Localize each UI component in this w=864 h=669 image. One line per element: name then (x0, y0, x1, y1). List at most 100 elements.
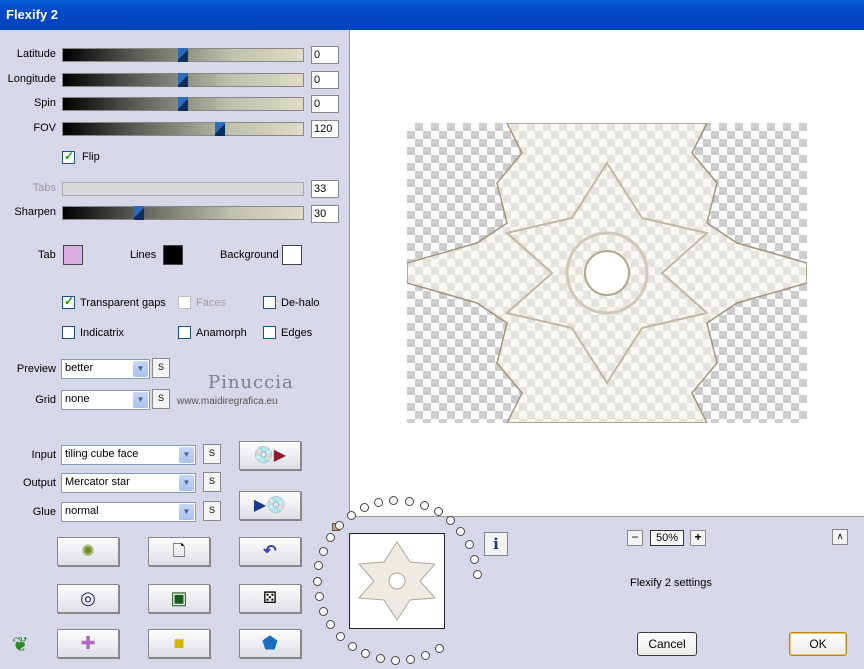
grid-label: Grid (35, 394, 56, 406)
sharpen-slider[interactable] (62, 206, 304, 220)
dial-dot[interactable] (314, 561, 324, 571)
glue-select[interactable]: normal ▼ (61, 502, 196, 522)
dial-dot[interactable] (319, 606, 329, 616)
edges-label: Edges (281, 327, 313, 339)
zoom-out-button[interactable]: − (627, 530, 643, 546)
preview-image (406, 122, 808, 424)
undo-button[interactable]: ↶ (239, 537, 301, 566)
sharpen-field[interactable]: 30 (311, 205, 339, 223)
tab-color-label: Tab (38, 249, 56, 261)
dial-dot[interactable] (334, 520, 344, 530)
background-color-swatch[interactable] (282, 245, 302, 265)
load-input-button[interactable]: 💿▶ (239, 441, 301, 470)
dial-dot[interactable] (375, 654, 385, 664)
flip-checkbox[interactable]: ✓ (62, 149, 75, 164)
indicatrix-checkbox[interactable] (62, 326, 75, 339)
longitude-thumb[interactable] (178, 73, 188, 87)
dial-dot[interactable] (464, 540, 474, 550)
dial-dot[interactable] (318, 546, 328, 556)
transparent-gaps-checkbox[interactable]: ✓ (62, 294, 75, 309)
edges-checkbox[interactable] (263, 326, 276, 339)
random-button[interactable]: ✺ (57, 537, 119, 566)
info-button[interactable]: i (484, 532, 508, 556)
spin-thumb[interactable] (178, 97, 188, 111)
dice-button[interactable]: ⚄ (239, 584, 301, 613)
dial-dot[interactable] (404, 496, 414, 506)
save-output-button[interactable]: ▶💿 (239, 491, 301, 520)
new-document-button[interactable]: 🗋 (148, 537, 210, 566)
dial-dot[interactable] (313, 576, 322, 586)
input-select[interactable]: tiling cube face ▼ (61, 445, 196, 465)
undo-icon: ↶ (263, 543, 277, 560)
collapse-button[interactable]: ∧ (832, 529, 848, 545)
tabs-field[interactable]: 33 (311, 180, 339, 198)
cross-button[interactable]: ✚ (57, 629, 119, 658)
sharpen-label: Sharpen (14, 206, 56, 218)
input-s-button[interactable]: S (203, 444, 221, 464)
ok-button[interactable]: OK (789, 632, 847, 656)
watermark-name: Pinuccia (208, 372, 294, 393)
de-halo-checkbox[interactable] (263, 296, 276, 309)
check-icon: ✓ (64, 294, 75, 308)
square-button[interactable]: ▣ (148, 584, 210, 613)
anamorph-checkbox[interactable] (178, 326, 191, 339)
dial-dot[interactable] (472, 569, 482, 579)
dial-dot[interactable] (361, 649, 371, 659)
dial-dot[interactable] (421, 650, 431, 660)
latitude-thumb[interactable] (178, 48, 188, 62)
latitude-slider[interactable] (62, 48, 304, 62)
spin-field[interactable]: 0 (311, 95, 339, 113)
preview-s-button[interactable]: S (152, 358, 170, 378)
fov-field[interactable]: 120 (311, 120, 339, 138)
star-image (406, 122, 808, 424)
cancel-button[interactable]: Cancel (637, 632, 697, 656)
input-label: Input (31, 449, 56, 461)
tabs-slider (62, 182, 304, 196)
settings-caption: Flexify 2 settings (630, 577, 712, 589)
latitude-field[interactable]: 0 (311, 46, 339, 64)
dial-dot[interactable] (433, 507, 443, 517)
dial-dot[interactable] (434, 644, 444, 654)
dial-dot[interactable] (335, 632, 345, 642)
dial-dot[interactable] (390, 655, 400, 665)
dial-dot[interactable] (470, 554, 480, 564)
dial-dot[interactable] (359, 503, 369, 513)
indicatrix-label: Indicatrix (80, 327, 125, 339)
tab-color-swatch[interactable] (63, 245, 83, 265)
tabs-label: Tabs (32, 182, 56, 194)
longitude-field[interactable]: 0 (311, 71, 339, 89)
compass-icon: ✺ (81, 543, 95, 560)
pentagon-button[interactable]: ⬟ (239, 629, 301, 658)
navigator-thumbnail[interactable] (349, 533, 445, 629)
cube-button[interactable]: ■ (148, 629, 210, 658)
dial-dot[interactable] (314, 591, 324, 601)
flip-label: Flip (82, 151, 100, 163)
output-s-button[interactable]: S (203, 472, 221, 492)
zoom-in-button[interactable]: + (690, 530, 706, 546)
plugin-logo-icon: ❦ (12, 634, 29, 656)
lines-color-swatch[interactable] (163, 245, 183, 265)
dial-dot[interactable] (456, 527, 466, 537)
pentagon-icon: ⬟ (262, 633, 278, 653)
faces-label: Faces (196, 297, 226, 309)
grid-select[interactable]: none ▼ (61, 390, 150, 410)
dial-dot[interactable] (445, 516, 455, 526)
dial-dot[interactable] (346, 510, 356, 520)
spin-slider[interactable] (62, 97, 304, 111)
grid-s-button[interactable]: S (152, 389, 170, 409)
dial-dot[interactable] (326, 620, 336, 630)
preview-quality-select[interactable]: better ▼ (61, 359, 150, 379)
sphere-button[interactable]: ◎ (57, 584, 119, 613)
dial-dot[interactable] (406, 654, 416, 664)
longitude-slider[interactable] (62, 73, 304, 87)
sharpen-thumb[interactable] (134, 206, 145, 220)
fov-slider[interactable] (62, 122, 304, 136)
dial-dot[interactable] (325, 533, 335, 543)
output-select[interactable]: Mercator star ▼ (61, 473, 196, 493)
glue-s-button[interactable]: S (203, 501, 221, 521)
fov-thumb[interactable] (214, 122, 225, 136)
background-color-label: Background (220, 249, 279, 261)
dial-dot[interactable] (419, 500, 429, 510)
dial-dot[interactable] (347, 641, 357, 651)
square-icon: ▣ (170, 588, 188, 608)
